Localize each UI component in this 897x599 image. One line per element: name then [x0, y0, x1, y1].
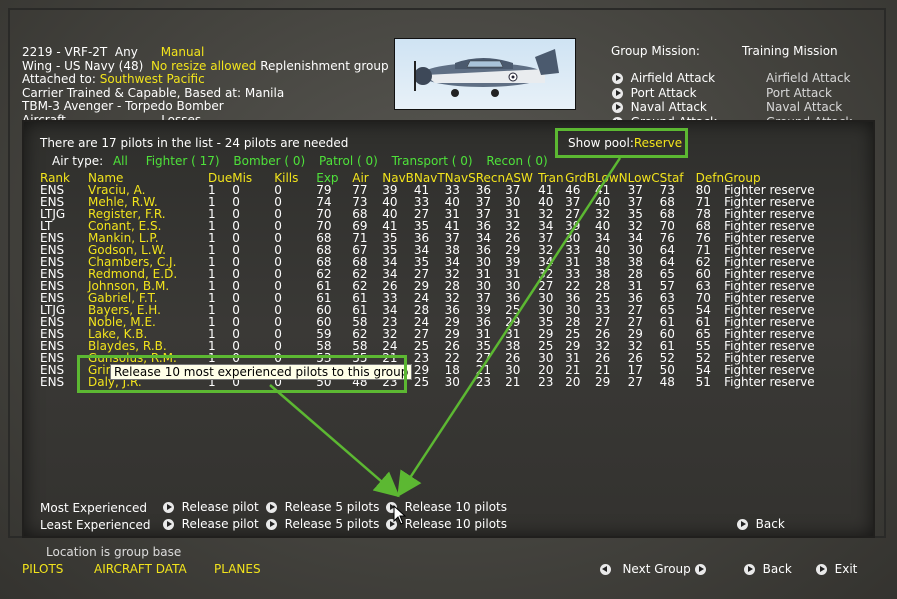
group-aircraft-type: TBM-3 Avenger - Torpedo Bomber — [22, 99, 224, 113]
table-cell: Fighter reserve — [724, 375, 815, 389]
table-cell: 23 — [475, 375, 492, 389]
footer-exit: Exit — [816, 562, 857, 576]
next-group-label[interactable]: Next Group — [622, 562, 690, 576]
table-cell: 21 — [505, 375, 521, 389]
release-10-least[interactable]: Release 10 pilots — [405, 517, 507, 531]
group-info: 2219 - VRF-2T Any Manual Wing - US Navy … — [22, 45, 389, 127]
table-cell: 51 — [695, 375, 711, 389]
training-port: Port Attack — [766, 85, 832, 100]
arrow-right-icon[interactable] — [612, 87, 623, 99]
mouse-cursor-icon — [393, 505, 407, 525]
table-cell: 30 — [444, 375, 460, 389]
arrow-left-icon[interactable] — [600, 564, 611, 575]
filter-recon[interactable]: Recon ( 0) — [486, 154, 547, 168]
group-any: Any — [114, 45, 138, 59]
mission-port[interactable]: Port Attack — [631, 86, 697, 100]
training-mission-header: Training Mission — [742, 44, 838, 58]
training-airfield: Airfield Attack — [766, 71, 851, 85]
arrow-right-icon[interactable] — [612, 73, 623, 84]
filter-fighter[interactable]: Fighter ( 17) — [146, 154, 220, 168]
exit-button[interactable]: Exit — [835, 562, 858, 576]
release-5-least[interactable]: Release 5 pilots — [285, 517, 380, 531]
arrow-right-icon[interactable] — [744, 564, 755, 575]
group-id: 2219 - VRF-2T — [22, 45, 108, 59]
release-5-least-row: Release 5 pilots — [266, 517, 379, 531]
air-type-label: Air type: — [52, 154, 104, 168]
filter-bomber[interactable]: Bomber ( 0) — [233, 154, 305, 168]
table-cell: 23 — [538, 375, 554, 389]
mission-naval[interactable]: Naval Attack — [631, 100, 707, 114]
group-resize[interactable]: No resize allowed — [151, 59, 256, 73]
group-training: Carrier Trained & Capable, Based at: Man… — [22, 85, 285, 100]
tab-planes[interactable]: PLANES — [214, 562, 261, 576]
most-experienced-label: Most Experienced — [40, 501, 148, 515]
attached-label: Attached to: — [22, 72, 96, 86]
release-pilot-most[interactable]: Release pilot — [182, 500, 259, 514]
table-cell: 29 — [595, 375, 611, 389]
arrow-right-icon[interactable] — [163, 519, 174, 530]
arrow-right-icon[interactable] — [816, 564, 827, 575]
tab-pilots[interactable]: PILOTS — [22, 562, 63, 576]
table-cell: 27 — [627, 375, 643, 389]
attached-value[interactable]: Southwest Pacific — [100, 72, 205, 86]
table-cell: 25 — [413, 375, 430, 389]
filter-patrol[interactable]: Patrol ( 0) — [319, 154, 378, 168]
table-cell: 20 — [565, 375, 581, 389]
group-manual[interactable]: Manual — [161, 45, 205, 59]
group-mission-header: Group Mission: — [611, 44, 700, 58]
panel-back-row: Back — [737, 517, 785, 531]
pilot-summary: There are 17 pilots in the list - 24 pil… — [40, 136, 349, 150]
arrow-right-icon[interactable] — [266, 502, 277, 513]
arrow-right-icon[interactable] — [163, 502, 174, 513]
footer-back-button[interactable]: Back — [763, 562, 792, 576]
release-least-row: Release pilot — [163, 517, 259, 531]
highlight-show-pool — [555, 128, 688, 158]
group-wing: Wing - US Navy (48) — [22, 58, 144, 73]
air-type-filter: Air type: All Fighter ( 17) Bomber ( 0) … — [52, 154, 548, 168]
filter-transport[interactable]: Transport ( 0) — [392, 154, 473, 168]
tab-aircraft-data[interactable]: AIRCRAFT DATA — [94, 562, 187, 576]
table-cell: 48 — [659, 375, 675, 389]
panel-back-button[interactable]: Back — [756, 517, 785, 531]
arrow-right-icon[interactable] — [266, 519, 277, 530]
arrow-right-icon[interactable] — [612, 102, 623, 113]
release-10-most[interactable]: Release 10 pilots — [405, 500, 507, 514]
release-5-most[interactable]: Release 5 pilots — [285, 500, 380, 514]
highlight-tooltip — [77, 355, 407, 393]
group-replenish: Replenishment group — [260, 58, 389, 73]
least-experienced-label: Least Experienced — [40, 518, 151, 532]
location-text: Location is group base — [46, 545, 182, 559]
release-pilot-least[interactable]: Release pilot — [182, 517, 259, 531]
release-5-most-row: Release 5 pilots — [266, 500, 379, 514]
avenger-plane-icon — [414, 49, 559, 97]
mission-airfield[interactable]: Airfield Attack — [631, 71, 716, 85]
training-naval: Naval Attack — [766, 100, 843, 114]
footer-back: Back — [744, 562, 792, 576]
filter-all[interactable]: All — [113, 154, 128, 168]
arrow-right-icon[interactable] — [737, 519, 748, 530]
arrow-right-icon[interactable] — [694, 564, 706, 575]
release-most-row: Release pilot — [163, 500, 259, 514]
next-group-nav: Next Group — [600, 562, 706, 576]
aircraft-image — [394, 38, 576, 110]
